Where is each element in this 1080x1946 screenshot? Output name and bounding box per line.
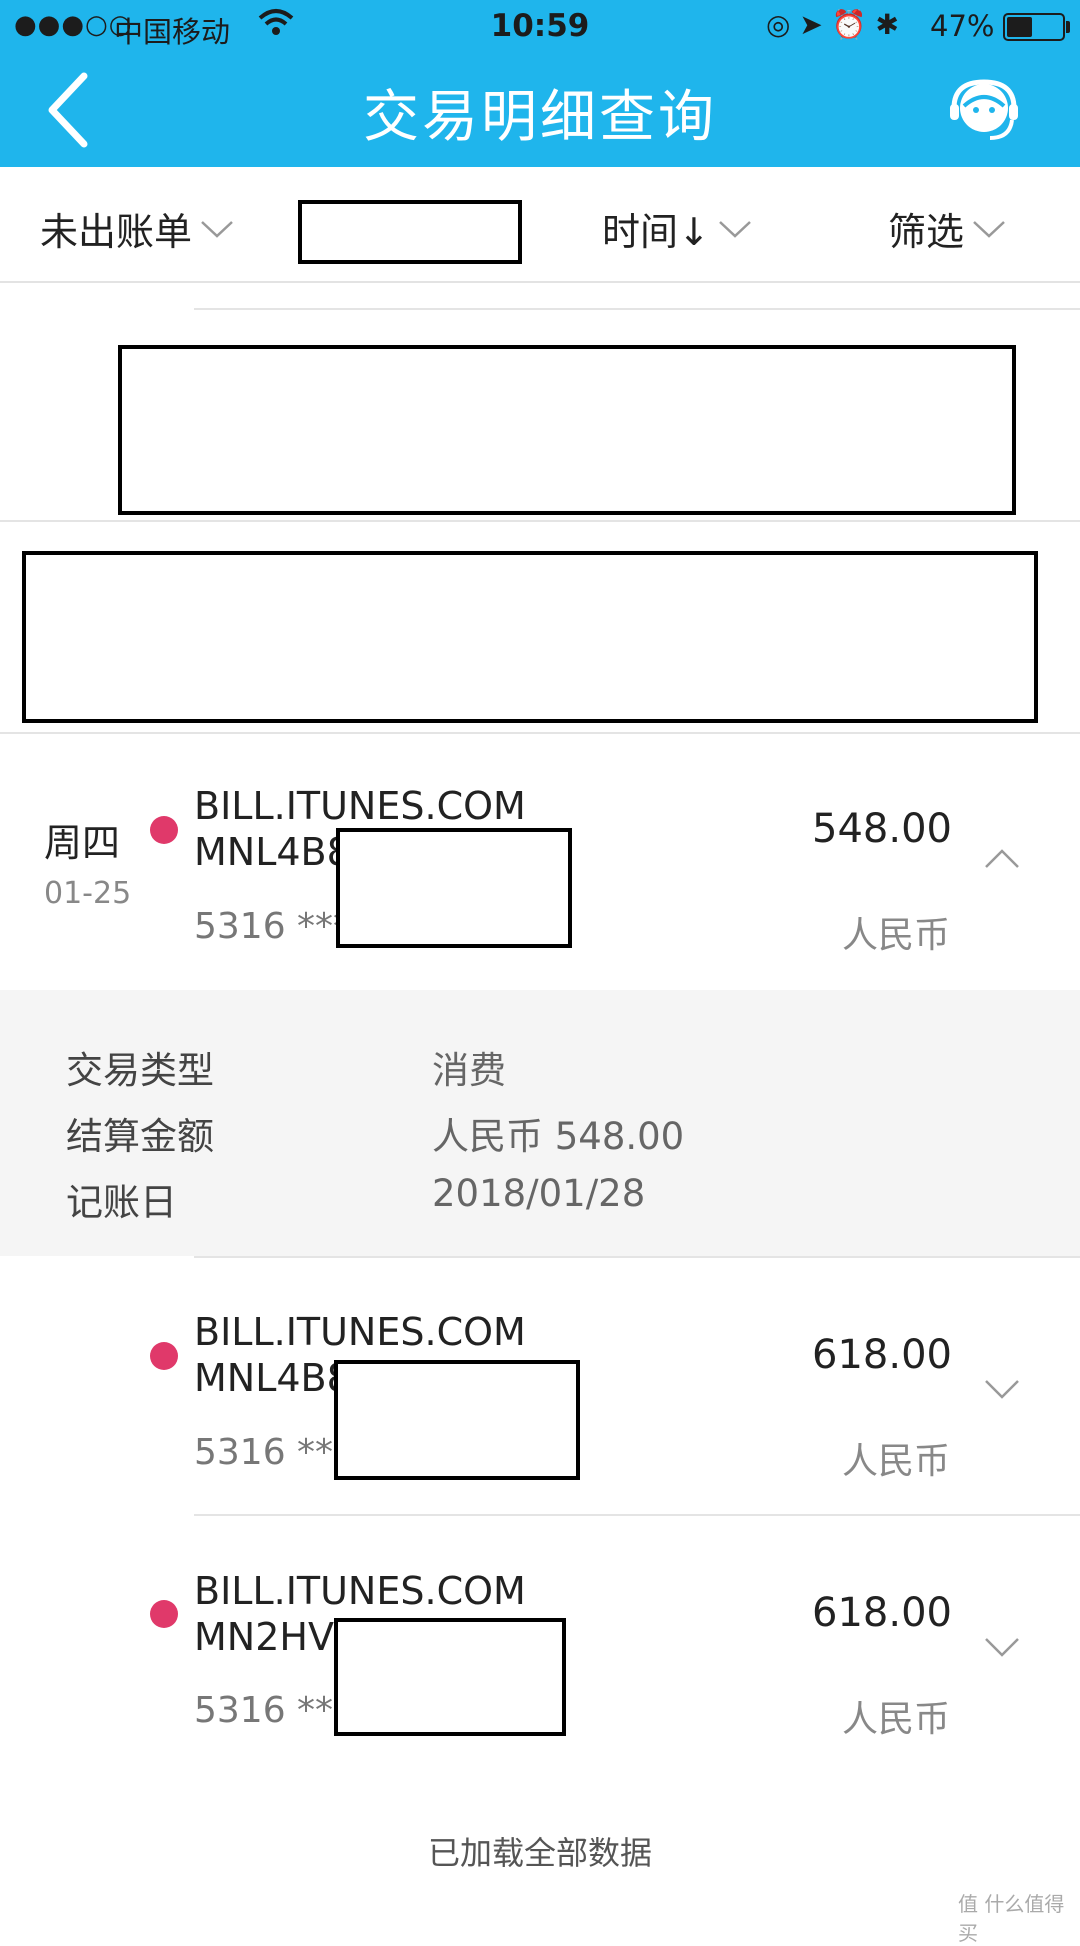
settlement-amount-label: 结算金额	[66, 1115, 214, 1158]
divider	[0, 520, 1080, 522]
battery-tip	[1066, 21, 1070, 33]
merchant-code: MN2HV	[194, 1615, 334, 1659]
battery-percent: 47%	[930, 9, 995, 43]
screen-filter-dropdown[interactable]: 筛选	[888, 201, 1006, 256]
time-sort-dropdown[interactable]: 时间↓	[602, 201, 752, 256]
chevron-down-icon	[201, 220, 233, 238]
amount: 618.00	[812, 1590, 952, 1636]
redacted-merchant-info	[336, 828, 572, 948]
posting-date-label: 记账日	[66, 1181, 177, 1224]
customer-service-icon	[950, 79, 1018, 140]
status-icons: ◎ ➤ ⏰ ✱	[766, 8, 899, 41]
status-dot	[150, 1342, 178, 1370]
customer-service-button[interactable]	[950, 78, 1020, 144]
filter-bar: 未出账单 时间↓ 筛选	[0, 167, 1080, 283]
merchant-name: BILL.ITUNES.COM	[194, 784, 526, 828]
watermark: 值 什么值得买	[958, 1892, 1065, 1945]
divider	[194, 308, 1080, 310]
clock: 10:59	[490, 8, 590, 44]
amount: 618.00	[812, 1332, 952, 1378]
chevron-down-icon	[985, 1638, 1019, 1657]
redacted-transaction-block	[118, 345, 1016, 515]
redacted-card-selector[interactable]	[298, 200, 522, 264]
battery-fill	[1007, 17, 1032, 37]
bill-filter-dropdown[interactable]: 未出账单	[40, 201, 234, 256]
divider	[0, 732, 1080, 734]
chevron-down-icon	[973, 220, 1005, 238]
card-number: 5316 ***	[194, 1432, 352, 1473]
transaction-type-value: 消费	[432, 1049, 506, 1092]
card-number: 5316 ***	[194, 906, 352, 947]
weekday-label: 周四	[44, 821, 121, 865]
transaction-type-label: 交易类型	[66, 1049, 214, 1092]
chevron-down-icon	[718, 220, 751, 238]
merchant-name: BILL.ITUNES.COM	[194, 1310, 526, 1354]
expand-button[interactable]	[984, 1636, 1020, 1662]
date-label: 01-25	[44, 876, 132, 911]
time-sort-label: 时间↓	[602, 210, 710, 254]
redacted-merchant-info	[334, 1618, 566, 1736]
battery-icon	[1003, 13, 1065, 41]
page-title: 交易明细查询	[363, 85, 717, 150]
load-complete-message: 已加载全部数据	[427, 1834, 652, 1872]
redacted-transaction-block	[22, 551, 1038, 723]
divider	[194, 1514, 1080, 1516]
bill-filter-label: 未出账单	[40, 210, 193, 254]
expand-button[interactable]	[984, 1378, 1020, 1404]
chevron-up-icon	[985, 849, 1019, 868]
status-bar: ●●●○○ 中国移动 10:59 ◎ ➤ ⏰ ✱ 47%	[0, 0, 1080, 54]
divider	[194, 1256, 1080, 1258]
card-number: 5316 ***	[194, 1690, 352, 1731]
status-dot	[150, 1600, 178, 1628]
merchant-name: BILL.ITUNES.COM	[194, 1569, 526, 1613]
transaction-detail-panel: 交易类型 消费 结算金额 人民币 548.00 记账日 2018/01/28	[0, 990, 1080, 1256]
top-bar: ●●●○○ 中国移动 10:59 ◎ ➤ ⏰ ✱ 47% 交易明细查询	[0, 0, 1080, 167]
chevron-down-icon	[985, 1380, 1019, 1399]
currency: 人民币	[841, 1699, 950, 1740]
merchant-code: MNL4B8	[194, 1356, 351, 1400]
settlement-amount-value: 人民币 548.00	[432, 1115, 685, 1158]
currency: 人民币	[841, 1441, 950, 1482]
amount: 548.00	[812, 806, 952, 852]
posting-date-value: 2018/01/28	[432, 1172, 646, 1215]
currency: 人民币	[841, 915, 950, 956]
merchant-code: MNL4B8	[194, 830, 351, 874]
screen-filter-label: 筛选	[888, 210, 965, 254]
status-dot	[150, 816, 178, 844]
redacted-merchant-info	[334, 1360, 580, 1480]
collapse-button[interactable]	[984, 848, 1020, 874]
